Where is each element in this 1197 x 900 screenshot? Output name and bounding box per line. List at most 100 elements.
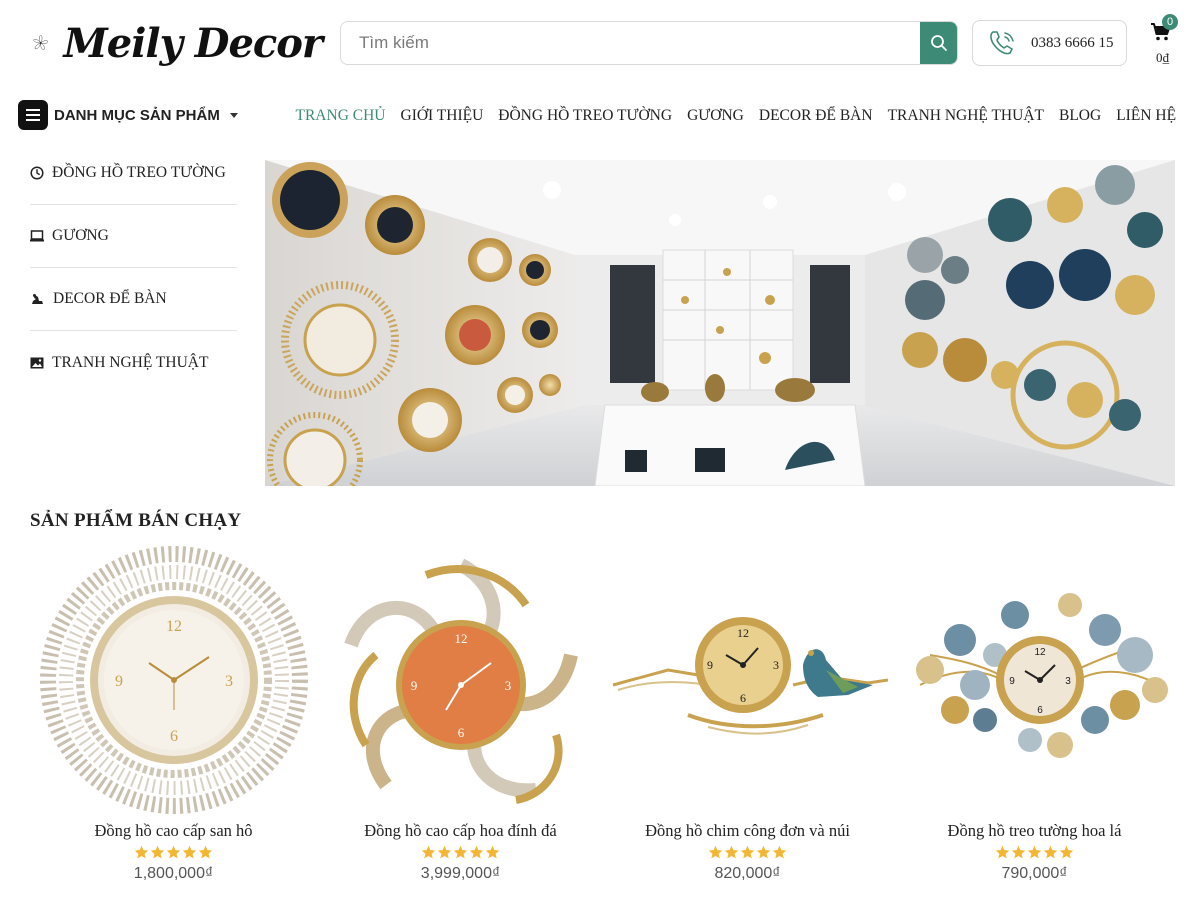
svg-text:9: 9 <box>410 678 417 693</box>
product-rating <box>30 845 317 859</box>
star-icon <box>1059 845 1074 859</box>
svg-text:6: 6 <box>170 728 178 745</box>
sidebar-item-label: GƯƠNG <box>52 227 109 244</box>
cart-total: 0₫ <box>1156 50 1170 65</box>
category-sidebar: ĐỒNG HỒ TREO TƯỜNG GƯƠNG DECOR ĐỂ BÀN TR… <box>30 142 237 394</box>
star-icon <box>182 845 197 859</box>
flower-clock-image: 12 6 9 3 <box>343 558 578 804</box>
product-card[interactable]: 12 6 9 3 Đồng hồ cao cấp hoa đính đá 3,999,… <box>317 545 604 883</box>
star-icon <box>166 845 181 859</box>
star-icon <box>1027 845 1042 859</box>
star-icon <box>437 845 452 859</box>
star-icon <box>150 845 165 859</box>
star-icon <box>724 845 739 859</box>
nav-item-desk-decor[interactable]: DECOR ĐỂ BÀN <box>759 104 873 128</box>
product-rating <box>317 845 604 859</box>
star-icon <box>995 845 1010 859</box>
nav-item-mirrors[interactable]: GƯƠNG <box>687 104 744 128</box>
svg-text:3: 3 <box>504 678 511 693</box>
coral-clock-image: 12 6 9 3 <box>39 546 308 814</box>
logo-text: Meily Decor <box>63 19 323 67</box>
nav-item-art[interactable]: TRANH NGHỆ THUẬT <box>888 104 1044 128</box>
star-icon <box>469 845 484 859</box>
sidebar-item-wall-clocks[interactable]: ĐỒNG HỒ TREO TƯỜNG <box>30 142 237 205</box>
svg-text:3: 3 <box>225 673 233 690</box>
nav-item-blog[interactable]: BLOG <box>1059 104 1101 128</box>
cart-count-badge: 0 <box>1162 14 1178 30</box>
svg-text:9: 9 <box>707 658 713 672</box>
sidebar-item-label: ĐỒNG HỒ TREO TƯỜNG <box>52 164 226 181</box>
hotline-box[interactable]: 0383 6666 15 <box>972 20 1127 66</box>
star-icon <box>134 845 149 859</box>
nav-item-contact[interactable]: LIÊN HỆ <box>1116 104 1176 128</box>
sidebar-item-desk-decor[interactable]: DECOR ĐỂ BÀN <box>30 268 237 331</box>
svg-text:6: 6 <box>457 725 464 740</box>
showroom-banner[interactable] <box>265 160 1175 486</box>
showroom-banner-image <box>265 160 1175 486</box>
product-price: 820,000₫ <box>714 865 781 882</box>
caret-down-icon <box>229 112 238 118</box>
svg-text:12: 12 <box>454 631 467 646</box>
decor-icon <box>32 293 43 304</box>
site-logo[interactable]: Meily Decor <box>32 8 323 78</box>
product-image[interactable]: 12 6 9 3 <box>604 545 891 815</box>
svg-text:6: 6 <box>1037 705 1043 716</box>
search-icon <box>930 35 947 51</box>
star-icon <box>740 845 755 859</box>
product-image[interactable]: 12 6 9 3 <box>317 545 604 815</box>
category-menu-label: DANH MỤC SẢN PHẨM <box>54 106 220 124</box>
product-image[interactable]: 12 6 9 3 <box>891 545 1178 815</box>
mirror-icon <box>30 230 44 242</box>
product-rating <box>891 845 1178 859</box>
svg-text:3: 3 <box>773 658 779 672</box>
clock-icon <box>30 166 44 180</box>
product-card[interactable]: 12 6 9 3 Đồng hồ chim công đơn và núi 820,0… <box>604 545 891 883</box>
star-icon <box>708 845 723 859</box>
hamburger-icon <box>18 100 48 130</box>
product-name[interactable]: Đồng hồ cao cấp san hô <box>30 821 317 841</box>
category-menu-button[interactable]: DANH MỤC SẢN PHẨM <box>18 100 238 130</box>
leaf-clock-image: 12 6 9 3 <box>915 593 1168 758</box>
star-icon <box>198 845 213 859</box>
svg-text:12: 12 <box>1034 647 1046 658</box>
svg-text:6: 6 <box>740 691 746 705</box>
search-bar <box>340 21 958 65</box>
star-icon <box>1043 845 1058 859</box>
image-icon <box>30 357 44 368</box>
sidebar-item-label: TRANH NGHỆ THUẬT <box>52 353 209 371</box>
svg-text:9: 9 <box>115 673 123 690</box>
product-card[interactable]: 12 6 9 3 Đồng hồ treo tường hoa lá 790,000₫ <box>891 545 1178 883</box>
search-input[interactable] <box>341 22 920 64</box>
product-card[interactable]: 12 6 9 3 Đồng hồ cao cấp san hô 1,800,000₫ <box>30 545 317 883</box>
peacock-clock-image: 12 6 9 3 <box>612 617 888 735</box>
nav-item-about[interactable]: GIỚI THIỆU <box>401 104 484 128</box>
nav-item-wall-clocks[interactable]: ĐỒNG HỒ TREO TƯỜNG <box>498 104 672 128</box>
star-icon <box>756 845 771 859</box>
main-navigation: TRANG CHỦ GIỚI THIỆU ĐỒNG HỒ TREO TƯỜNG … <box>288 104 1184 128</box>
star-icon <box>1011 845 1026 859</box>
star-icon <box>453 845 468 859</box>
svg-text:12: 12 <box>737 626 749 640</box>
product-price: 1,800,000₫ <box>133 865 214 882</box>
product-grid: 12 6 9 3 Đồng hồ cao cấp san hô 1,800,000₫ <box>30 545 1180 900</box>
sidebar-item-art[interactable]: TRANH NGHỆ THUẬT <box>30 331 237 394</box>
product-name[interactable]: Đồng hồ cao cấp hoa đính đá <box>317 821 604 841</box>
star-icon <box>772 845 787 859</box>
star-icon <box>485 845 500 859</box>
sidebar-item-mirrors[interactable]: GƯƠNG <box>30 205 237 268</box>
product-name[interactable]: Đồng hồ treo tường hoa lá <box>891 821 1178 841</box>
cart-button[interactable]: 0 0₫ <box>1148 14 1182 70</box>
product-price: 3,999,000₫ <box>420 865 501 882</box>
nav-item-home[interactable]: TRANG CHỦ <box>296 104 386 128</box>
flower-logo-icon <box>33 35 49 50</box>
product-rating <box>604 845 891 859</box>
product-price: 790,000₫ <box>1001 865 1068 882</box>
hotline-number: 0383 6666 15 <box>1031 34 1114 51</box>
section-title: SẢN PHẨM BÁN CHẠY <box>30 510 242 531</box>
search-button[interactable] <box>920 22 957 64</box>
product-image[interactable]: 12 6 9 3 <box>30 545 317 815</box>
sidebar-item-label: DECOR ĐỂ BÀN <box>53 290 167 307</box>
svg-text:12: 12 <box>166 618 182 635</box>
phone-icon <box>990 31 1014 55</box>
product-name[interactable]: Đồng hồ chim công đơn và núi <box>604 821 891 841</box>
